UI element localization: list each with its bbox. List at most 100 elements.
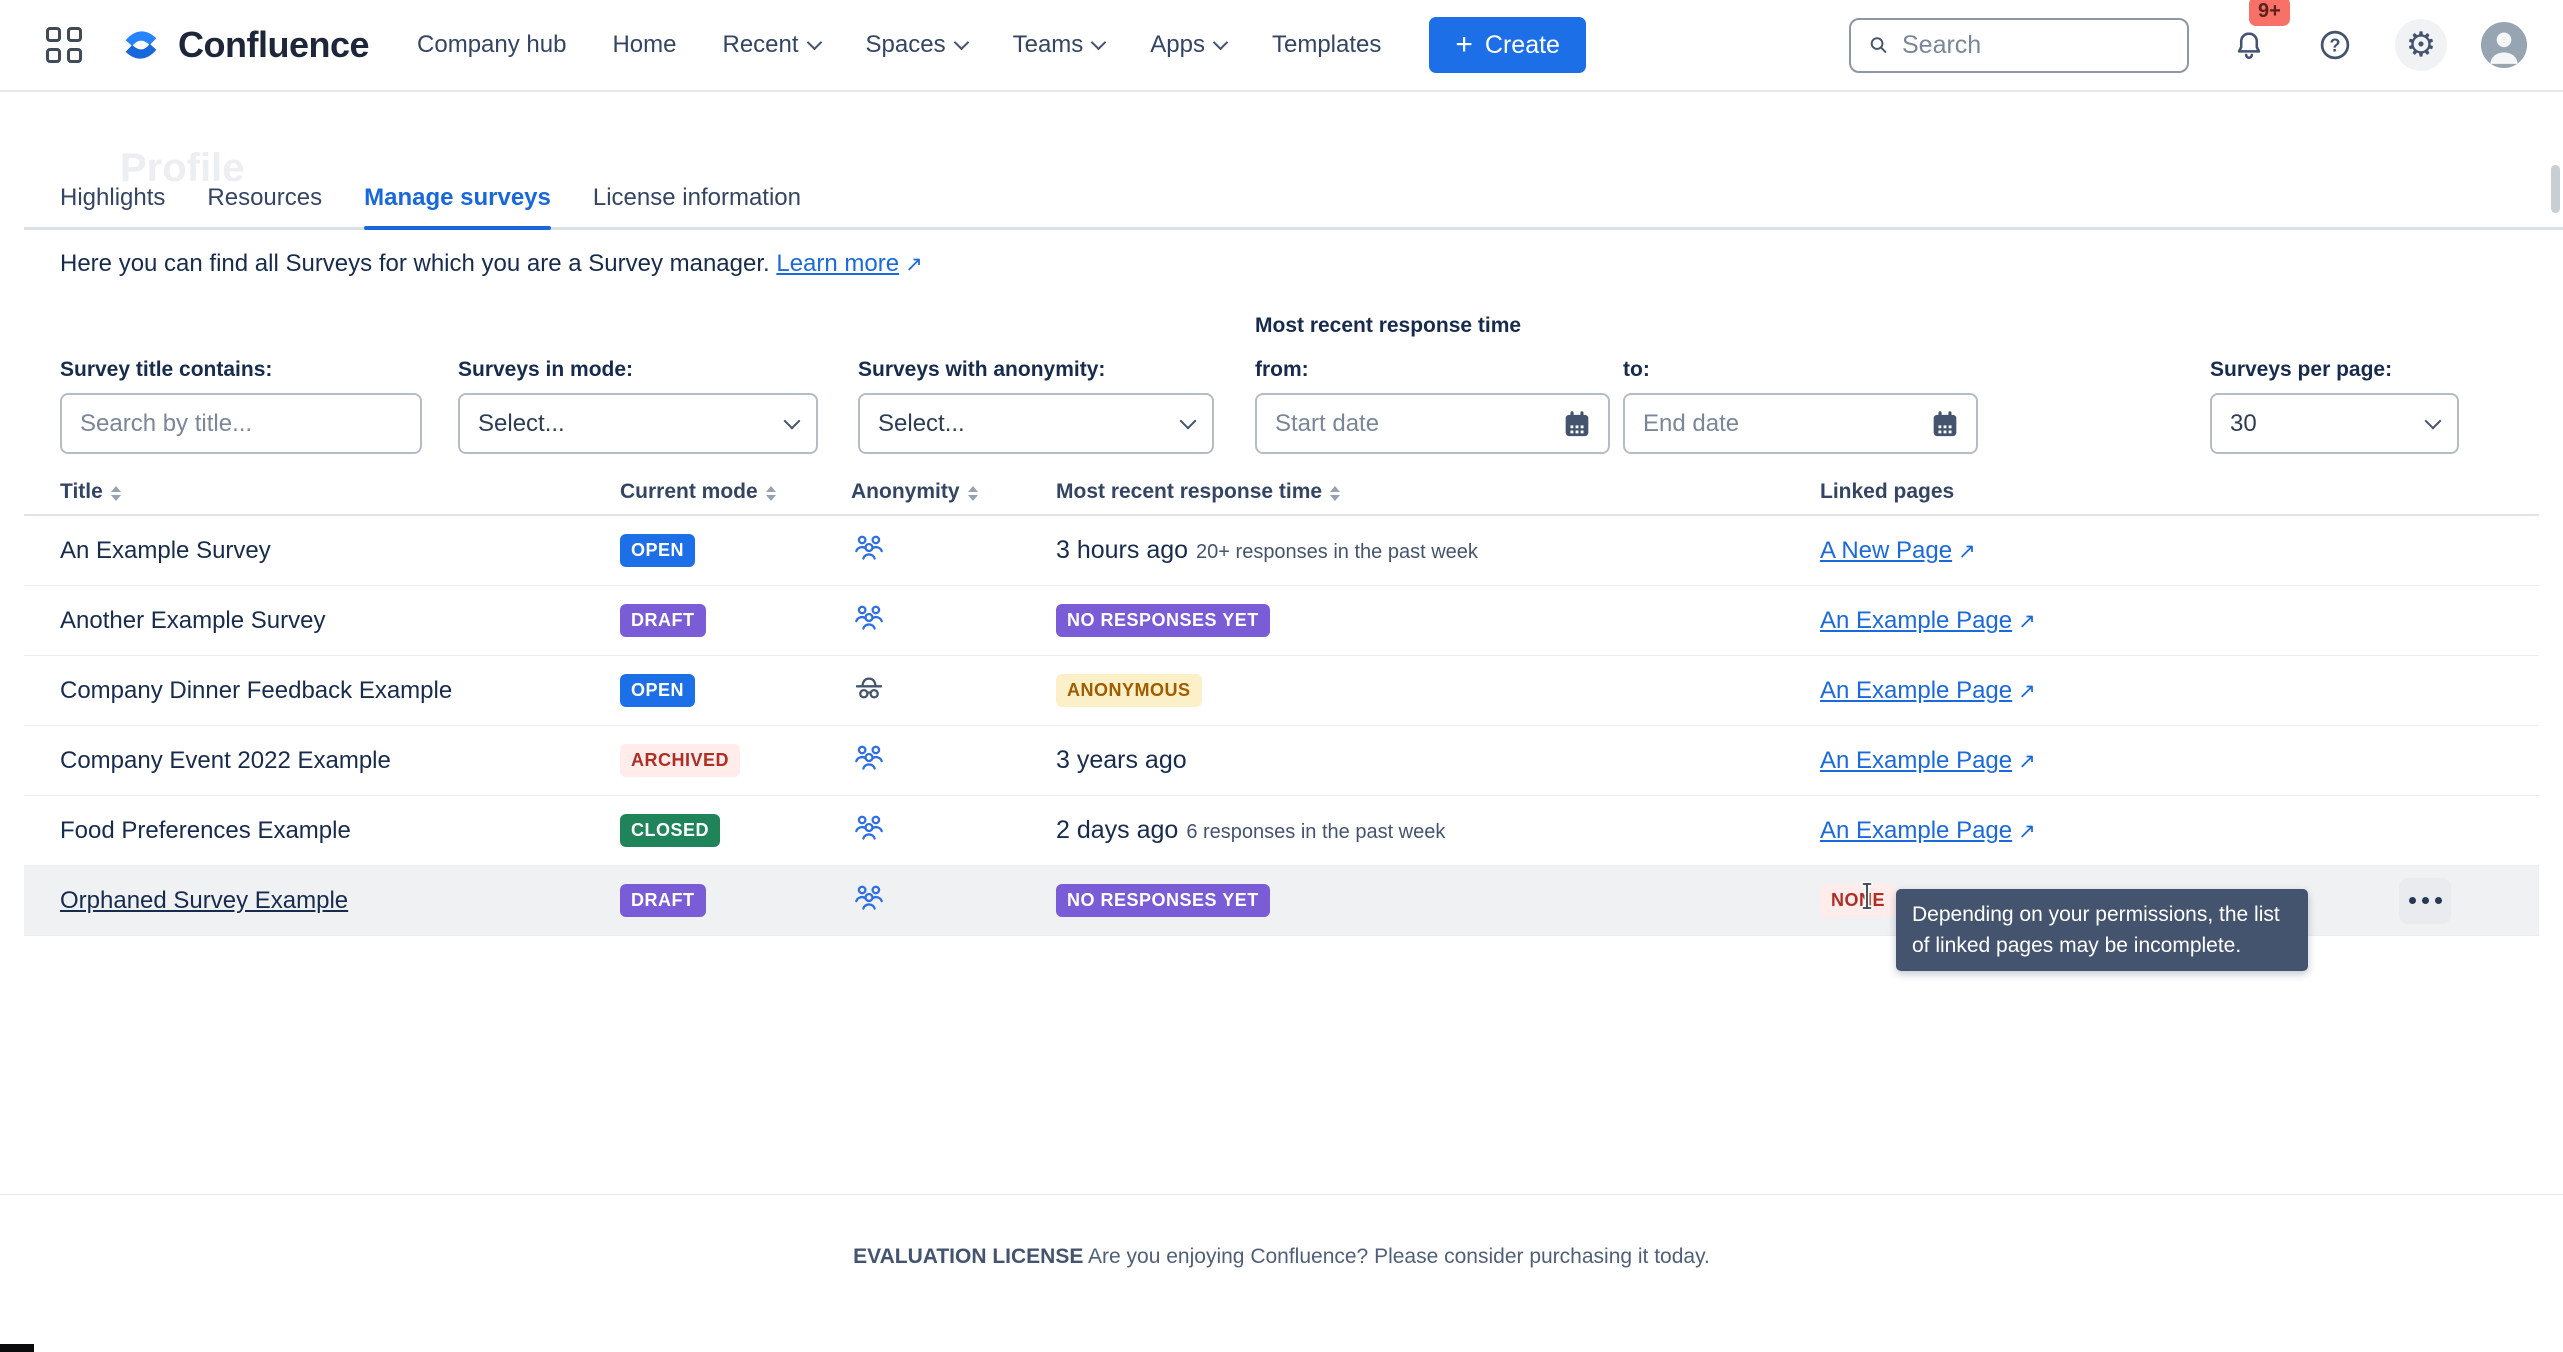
filter-label: Surveys with anonymity: — [858, 358, 1214, 382]
mode-cell: OPEN — [620, 674, 839, 707]
end-date-input[interactable] — [1643, 410, 1958, 438]
linked-page-link[interactable]: An Example Page — [1820, 817, 2012, 844]
column-header-most-recent-response-time[interactable]: Most recent response time — [1056, 480, 1820, 504]
help-button[interactable]: ? — [2309, 19, 2361, 71]
chevron-down-icon — [1180, 413, 1197, 430]
help-icon: ? — [2317, 27, 2353, 63]
column-header-title[interactable]: Title — [60, 480, 620, 504]
calendar-icon[interactable] — [1560, 407, 1594, 441]
learn-more-link[interactable]: Learn more — [776, 250, 899, 277]
mode-select[interactable]: Select... — [458, 393, 818, 454]
table-row: Company Event 2022 ExampleARCHIVED 3 yea… — [24, 726, 2539, 796]
row-actions-button[interactable] — [2399, 878, 2451, 924]
tab-manage-surveys[interactable]: Manage surveys — [364, 176, 551, 227]
chevron-down-icon — [2425, 413, 2442, 430]
table-row: An Example SurveyOPEN 3 hours ago20+ res… — [24, 516, 2539, 586]
linked-page-link[interactable]: A New Page — [1820, 537, 1952, 564]
filter-anonymity: Surveys with anonymity: Select... — [858, 358, 1214, 454]
sort-icon[interactable] — [968, 486, 978, 501]
svg-text:?: ? — [2330, 35, 2341, 55]
notifications-button[interactable]: 9+ — [2223, 19, 2275, 71]
filter-title-contains: Survey title contains: — [60, 358, 422, 454]
table-row: Company Dinner Feedback Example OPEN ANON… — [24, 656, 2539, 726]
search-box[interactable] — [1849, 18, 2189, 73]
external-link-icon: ↗ — [1958, 539, 1976, 564]
anonymity-cell — [839, 812, 1056, 849]
linked-page-link[interactable]: An Example Page — [1820, 677, 2012, 704]
nav-item-apps[interactable]: Apps — [1150, 31, 1226, 59]
recent-response-group-label: Most recent response time — [1255, 314, 1978, 338]
profile-avatar[interactable] — [2481, 22, 2527, 68]
license-label: EVALUATION LICENSE — [853, 1245, 1083, 1268]
nav-item-spaces[interactable]: Spaces — [866, 31, 967, 59]
mode-cell: CLOSED — [620, 814, 839, 847]
settings-button[interactable]: ⚙ — [2395, 19, 2447, 71]
primary-nav: Company hub Home Recent Spaces Teams Apps Temp… — [417, 31, 1381, 59]
filter-recent-response: Most recent response time from: — [1255, 314, 1978, 454]
gear-icon: ⚙ — [2406, 28, 2436, 62]
anonymity-cell — [839, 882, 1056, 919]
mode-badge: DRAFT — [620, 604, 706, 637]
title-cell: Food Preferences Example — [60, 817, 620, 845]
anonymity-cell — [839, 532, 1056, 569]
nav-item-teams[interactable]: Teams — [1013, 31, 1105, 59]
survey-title-link[interactable]: Company Dinner Feedback Example — [60, 677, 452, 704]
sort-icon[interactable] — [111, 486, 121, 501]
app-switcher-icon[interactable] — [46, 27, 82, 63]
sort-asc-icon — [111, 486, 121, 492]
nav-item-templates[interactable]: Templates — [1272, 31, 1381, 59]
start-date-field[interactable] — [1255, 393, 1610, 454]
confluence-logo[interactable]: Confluence — [118, 22, 369, 68]
nav-item-company-hub[interactable]: Company hub — [417, 31, 566, 59]
sort-desc-icon — [766, 495, 776, 501]
sort-icon[interactable] — [766, 486, 776, 501]
end-date-field[interactable] — [1623, 393, 1978, 454]
column-header-anonymity[interactable]: Anonymity — [839, 480, 1056, 504]
tab-license-information[interactable]: License information — [593, 176, 801, 227]
intro-sentence: Here you can find all Surveys for which … — [60, 250, 770, 277]
survey-title-link[interactable]: Company Event 2022 Example — [60, 747, 391, 774]
title-search-input[interactable] — [80, 410, 402, 438]
vertical-scrollbar-thumb[interactable] — [2551, 165, 2560, 213]
search-input[interactable] — [1902, 31, 2171, 60]
filter-label: Survey title contains: — [60, 358, 422, 382]
sort-desc-icon — [1330, 495, 1340, 501]
anonymity-select[interactable]: Select... — [858, 393, 1214, 454]
response-count-text: 20+ responses in the past week — [1196, 541, 1478, 563]
per-page-select[interactable]: 30 — [2210, 393, 2459, 454]
external-link-icon: ↗ — [2018, 819, 2036, 844]
title-search-field[interactable] — [60, 393, 422, 454]
survey-title-link[interactable]: Orphaned Survey Example — [60, 887, 348, 914]
linked-page-link[interactable]: An Example Page — [1820, 747, 2012, 774]
sort-asc-icon — [1330, 486, 1340, 492]
license-banner: EVALUATION LICENSE Are you enjoying Conf… — [0, 1245, 2563, 1269]
nav-item-recent[interactable]: Recent — [722, 31, 819, 59]
chevron-down-icon — [806, 34, 822, 50]
linked-page-link[interactable]: An Example Page — [1820, 607, 2012, 634]
nav-item-label: Spaces — [866, 31, 946, 59]
external-link-icon: ↗ — [2018, 749, 2036, 774]
title-cell: Company Event 2022 Example — [60, 747, 620, 775]
notification-badge: 9+ — [2249, 0, 2290, 26]
response-cell: ANONYMOUS — [1056, 674, 1820, 707]
survey-title-link[interactable]: Another Example Survey — [60, 607, 325, 634]
nav-item-home[interactable]: Home — [612, 31, 676, 59]
column-header-label: Anonymity — [851, 480, 960, 504]
tab-resources[interactable]: Resources — [207, 176, 322, 227]
column-header-current-mode[interactable]: Current mode — [620, 480, 839, 504]
calendar-icon[interactable] — [1928, 407, 1962, 441]
mode-cell: DRAFT — [620, 884, 839, 917]
survey-title-link[interactable]: An Example Survey — [60, 537, 271, 564]
create-button[interactable]: + Create — [1429, 17, 1586, 73]
survey-title-link[interactable]: Food Preferences Example — [60, 817, 351, 844]
tab-highlights[interactable]: Highlights — [60, 176, 165, 227]
linked-page-label: An Example Page — [1820, 607, 2012, 634]
intro-text: Here you can find all Surveys for which … — [60, 250, 2539, 278]
footer: EVALUATION LICENSE Are you enjoying Conf… — [0, 1194, 2563, 1269]
dot-icon — [2409, 897, 2416, 904]
sort-icon[interactable] — [1330, 486, 1340, 501]
response-time-text: 2 days ago — [1056, 816, 1178, 844]
person-icon — [2481, 22, 2527, 68]
start-date-input[interactable] — [1275, 410, 1590, 438]
external-link-icon: ↗ — [2018, 609, 2036, 634]
